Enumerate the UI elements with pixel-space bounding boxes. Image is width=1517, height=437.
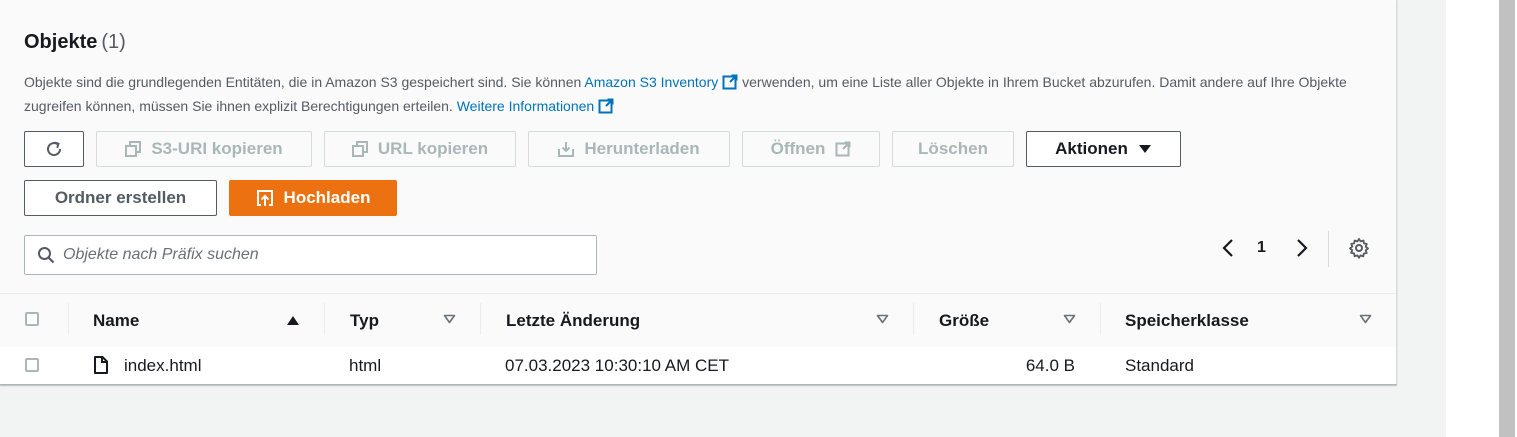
download-label: Herunterladen (584, 139, 700, 158)
preferences-button[interactable] (1348, 237, 1370, 264)
copy-icon (351, 141, 368, 157)
column-separator (324, 303, 325, 335)
next-page-button[interactable] (1294, 237, 1310, 264)
column-header-size[interactable]: Größe (939, 311, 989, 331)
delete-label: Löschen (918, 139, 988, 158)
column-separator (1100, 303, 1101, 335)
object-storage-class: Standard (1125, 356, 1194, 375)
search-input[interactable] (63, 246, 596, 264)
column-header-type[interactable]: Typ (350, 311, 379, 331)
upload-icon (256, 190, 273, 206)
open-label: Öffnen (770, 139, 826, 158)
refresh-button[interactable] (24, 131, 84, 167)
object-type: html (349, 356, 382, 375)
s3-inventory-link-label: Amazon S3 Inventory (584, 74, 719, 90)
open-button[interactable]: Öffnen (742, 131, 880, 167)
column-separator (480, 303, 481, 335)
gear-icon (1349, 238, 1369, 259)
title-text: Objekte (24, 31, 98, 53)
pagination-divider (1328, 231, 1329, 267)
external-link-icon (598, 98, 614, 114)
current-page-number[interactable]: 1 (1257, 239, 1266, 257)
sort-icon[interactable] (1063, 314, 1076, 324)
copy-url-button[interactable]: URL kopieren (324, 131, 516, 167)
object-name-link[interactable]: index.html (124, 356, 201, 376)
prefix-search-field[interactable] (24, 235, 597, 275)
sort-ascending-icon[interactable] (286, 315, 300, 326)
panel-title: Objekte (1) (24, 31, 126, 54)
page-background-right (1446, 0, 1496, 437)
actions-dropdown[interactable]: Aktionen (1026, 131, 1181, 167)
learn-more-link-label: Weitere Informationen (456, 98, 595, 114)
select-all-checkbox[interactable] (25, 312, 39, 326)
chevron-right-icon (1297, 239, 1308, 257)
object-count: (1) (101, 31, 126, 53)
create-folder-label: Ordner erstellen (54, 188, 187, 207)
s3-inventory-link[interactable]: Amazon S3 Inventory (584, 74, 738, 90)
column-header-storage-class[interactable]: Speicherklasse (1125, 311, 1249, 331)
search-icon (37, 246, 55, 264)
column-header-last-modified[interactable]: Letzte Änderung (506, 311, 640, 331)
description-text-1: Objekte sind die grundlegenden Entitäten… (24, 74, 585, 90)
upload-label: Hochladen (283, 188, 371, 207)
column-separator (913, 303, 914, 335)
copy-s3-uri-label: S3-URI kopieren (151, 139, 283, 158)
external-link-icon (835, 141, 851, 157)
create-folder-button[interactable]: Ordner erstellen (24, 180, 217, 216)
sort-icon[interactable] (443, 314, 456, 324)
column-separator (68, 303, 69, 335)
sort-icon[interactable] (876, 314, 889, 324)
caret-down-icon (1138, 145, 1151, 153)
object-size: 64.0 B (1025, 356, 1075, 375)
objects-table-header: Name Typ Letzte Änderung Größe Speicherk… (0, 293, 1396, 348)
download-icon (558, 142, 575, 157)
download-button[interactable]: Herunterladen (528, 131, 730, 167)
scrollbar-thumb[interactable] (1499, 0, 1515, 437)
copy-s3-uri-button[interactable]: S3-URI kopieren (96, 131, 312, 167)
copy-icon (125, 141, 142, 157)
actions-label: Aktionen (1055, 139, 1128, 158)
objects-panel: Objekte (1) Objekte sind die grundlegende… (0, 0, 1397, 385)
chevron-left-icon (1222, 239, 1233, 257)
panel-description: Objekte sind die grundlegenden Entitäten… (24, 70, 1374, 118)
copy-url-label: URL kopieren (377, 139, 489, 158)
external-link-icon (722, 74, 738, 90)
row-checkbox[interactable] (25, 358, 39, 372)
object-last-modified: 07.03.2023 10:30:10 AM CET (505, 356, 729, 375)
sort-icon[interactable] (1359, 314, 1372, 324)
table-row: index.html html 07.03.2023 10:30:10 AM C… (0, 347, 1396, 384)
upload-button[interactable]: Hochladen (229, 180, 397, 216)
column-header-name[interactable]: Name (93, 311, 139, 331)
file-icon (94, 356, 108, 374)
refresh-icon (47, 141, 62, 157)
delete-button[interactable]: Löschen (892, 131, 1014, 167)
previous-page-button[interactable] (1220, 237, 1236, 264)
learn-more-link[interactable]: Weitere Informationen (457, 98, 614, 114)
